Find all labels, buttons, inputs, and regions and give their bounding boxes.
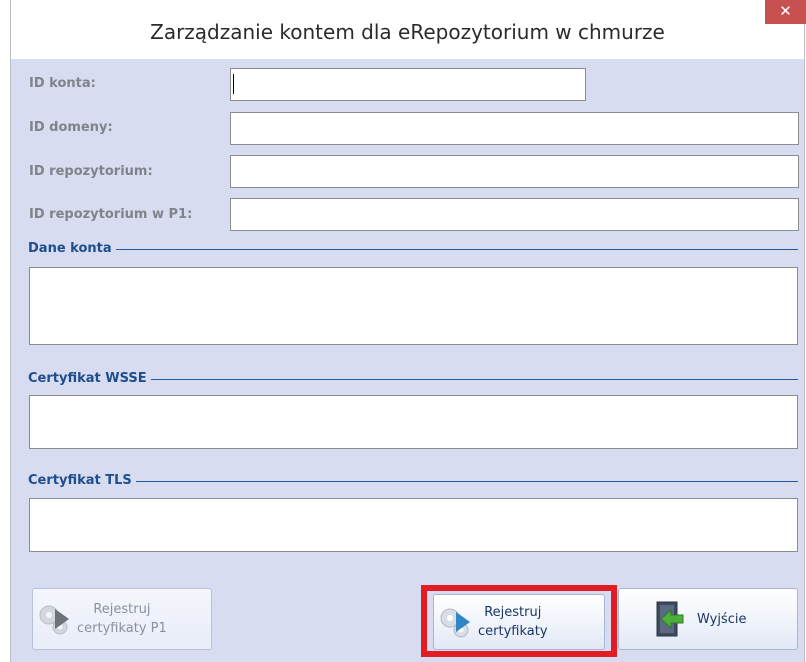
domain-id-label: ID domeny: bbox=[29, 120, 113, 135]
title-bar: Zarządzanie kontem dla eRepozytorium w c… bbox=[11, 0, 806, 59]
exit-label: Wyjście bbox=[697, 611, 747, 627]
register-p1-label-line1: Rejestruj bbox=[93, 602, 151, 617]
register-label-line2: certyfikaty bbox=[478, 624, 548, 639]
domain-id-input[interactable] bbox=[230, 112, 799, 145]
tls-certificate-textarea[interactable] bbox=[29, 498, 798, 552]
register-certificates-button[interactable]: Rejestruj certyfikaty bbox=[433, 594, 605, 650]
account-id-input[interactable] bbox=[230, 68, 586, 101]
gear-play-icon bbox=[33, 599, 77, 639]
account-data-textarea[interactable] bbox=[29, 267, 798, 345]
wsse-certificate-textarea[interactable] bbox=[29, 395, 798, 449]
section-divider bbox=[30, 249, 798, 250]
gear-play-icon bbox=[434, 602, 478, 642]
repository-id-label: ID repozytorium: bbox=[29, 164, 153, 179]
close-button[interactable]: ✕ bbox=[765, 0, 806, 24]
repository-p1-id-label: ID repozytorium w P1: bbox=[29, 207, 193, 222]
repository-p1-id-input[interactable] bbox=[230, 198, 799, 231]
account-id-label: ID konta: bbox=[29, 76, 96, 91]
tls-certificate-label: Certyfikat TLS bbox=[28, 473, 136, 488]
register-certificates-p1-button[interactable]: Rejestruj certyfikaty P1 bbox=[32, 588, 212, 650]
exit-button[interactable]: Wyjście bbox=[618, 588, 798, 650]
text-caret bbox=[233, 74, 234, 94]
section-divider bbox=[30, 481, 798, 482]
register-p1-label-line2: certyfikaty P1 bbox=[77, 621, 167, 636]
form-panel: ID konta: ID domeny: ID repozytorium: ID… bbox=[18, 59, 799, 662]
window-title: Zarządzanie kontem dla eRepozytorium w c… bbox=[150, 20, 665, 44]
wsse-certificate-label: Certyfikat WSSE bbox=[28, 371, 151, 386]
exit-door-icon bbox=[643, 599, 693, 639]
register-label-line1: Rejestruj bbox=[484, 605, 542, 620]
repository-id-input[interactable] bbox=[230, 155, 799, 188]
account-data-label: Dane konta bbox=[28, 241, 116, 256]
close-icon: ✕ bbox=[779, 2, 792, 20]
